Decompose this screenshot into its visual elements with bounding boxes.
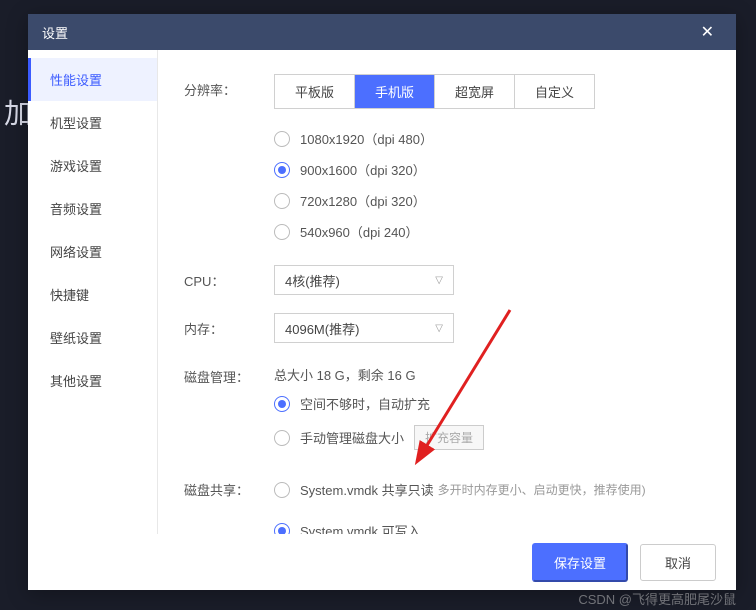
radio-label: System.vmdk 可写入 [300,521,421,534]
share-option-readonly[interactable]: System.vmdk 共享只读多开时内存更小、启动更快，推荐使用) [274,474,710,505]
memory-select[interactable]: 4096M(推荐) ▽ [274,313,454,343]
sidebar-item-network[interactable]: 网络设置 [28,230,157,273]
sidebar-item-audio[interactable]: 音频设置 [28,187,157,230]
resolution-options: 1080x1920（dpi 480） 900x1600（dpi 320） 720… [274,123,710,247]
memory-label: 内存： [184,313,274,338]
row-cpu: CPU： 4核(推荐) ▽ [184,265,710,295]
row-share: 磁盘共享： System.vmdk 共享只读多开时内存更小、启动更快，推荐使用)… [184,474,710,534]
radio-icon [274,396,290,412]
radio-label: 720x1280（dpi 320） [300,191,426,210]
radio-icon [274,523,290,535]
share-option-writable[interactable]: System.vmdk 可写入 [274,515,710,534]
sidebar-item-game[interactable]: 游戏设置 [28,144,157,187]
memory-value: 4096M(推荐) [285,319,359,338]
tab-ultrawide[interactable]: 超宽屏 [435,75,515,108]
radio-icon [274,482,290,498]
resolution-tabs: 平板版 手机版 超宽屏 自定义 [274,74,595,109]
share-hint: 多开时内存更小、启动更快，推荐使用) [438,481,646,498]
cpu-label: CPU： [184,265,274,290]
res-option-720[interactable]: 720x1280（dpi 320） [274,185,710,216]
dialog-footer: 保存设置 取消 [28,534,736,590]
sidebar: 性能设置 机型设置 游戏设置 音频设置 网络设置 快捷键 壁纸设置 其他设置 [28,50,158,534]
main-panel: 分辨率： 平板版 手机版 超宽屏 自定义 1080x1920（dpi 480） … [158,50,736,534]
radio-label: 手动管理磁盘大小 [300,428,404,447]
sidebar-item-model[interactable]: 机型设置 [28,101,157,144]
cancel-button[interactable]: 取消 [640,544,716,581]
radio-label: System.vmdk 共享只读 [300,480,434,499]
titlebar: 设置 ✕ [28,14,736,50]
dialog-body: 性能设置 机型设置 游戏设置 音频设置 网络设置 快捷键 壁纸设置 其他设置 分… [28,50,736,534]
close-icon[interactable]: ✕ [693,18,722,46]
cpu-select[interactable]: 4核(推荐) ▽ [274,265,454,295]
disk-summary: 总大小 18 G，剩余 16 G [274,361,710,388]
res-option-1080[interactable]: 1080x1920（dpi 480） [274,123,710,154]
res-option-540[interactable]: 540x960（dpi 240） [274,216,710,247]
row-disk: 磁盘管理： 总大小 18 G，剩余 16 G 空间不够时，自动扩充 手动管理磁盘… [184,361,710,456]
res-option-900[interactable]: 900x1600（dpi 320） [274,154,710,185]
chevron-down-icon: ▽ [435,323,443,334]
radio-label: 1080x1920（dpi 480） [300,129,433,148]
save-button[interactable]: 保存设置 [532,543,628,582]
resolution-label: 分辨率： [184,74,274,99]
radio-icon [274,131,290,147]
disk-label: 磁盘管理： [184,361,274,386]
radio-label: 900x1600（dpi 320） [300,160,426,179]
radio-icon [274,193,290,209]
sidebar-item-other[interactable]: 其他设置 [28,359,157,402]
row-memory: 内存： 4096M(推荐) ▽ [184,313,710,343]
sidebar-item-wallpaper[interactable]: 壁纸设置 [28,316,157,359]
tab-phone[interactable]: 手机版 [355,75,435,108]
expand-capacity-button[interactable]: 扩充容量 [414,425,484,450]
radio-icon [274,162,290,178]
sidebar-item-performance[interactable]: 性能设置 [28,58,157,101]
share-label: 磁盘共享： [184,474,274,499]
radio-label: 空间不够时，自动扩充 [300,394,430,413]
cpu-value: 4核(推荐) [285,271,340,290]
row-resolution: 分辨率： 平板版 手机版 超宽屏 自定义 1080x1920（dpi 480） … [184,74,710,247]
sidebar-item-shortcut[interactable]: 快捷键 [28,273,157,316]
tab-tablet[interactable]: 平板版 [275,75,355,108]
tab-custom[interactable]: 自定义 [515,75,594,108]
dialog-title: 设置 [42,23,68,42]
settings-dialog: 设置 ✕ 性能设置 机型设置 游戏设置 音频设置 网络设置 快捷键 壁纸设置 其… [28,14,736,590]
disk-option-manual[interactable]: 手动管理磁盘大小扩充容量 [274,419,710,456]
watermark: CSDN @飞得更高肥尾沙鼠 [578,589,736,608]
radio-icon [274,224,290,240]
radio-label: 540x960（dpi 240） [300,222,419,241]
chevron-down-icon: ▽ [435,275,443,286]
disk-option-auto[interactable]: 空间不够时，自动扩充 [274,388,710,419]
radio-icon [274,430,290,446]
